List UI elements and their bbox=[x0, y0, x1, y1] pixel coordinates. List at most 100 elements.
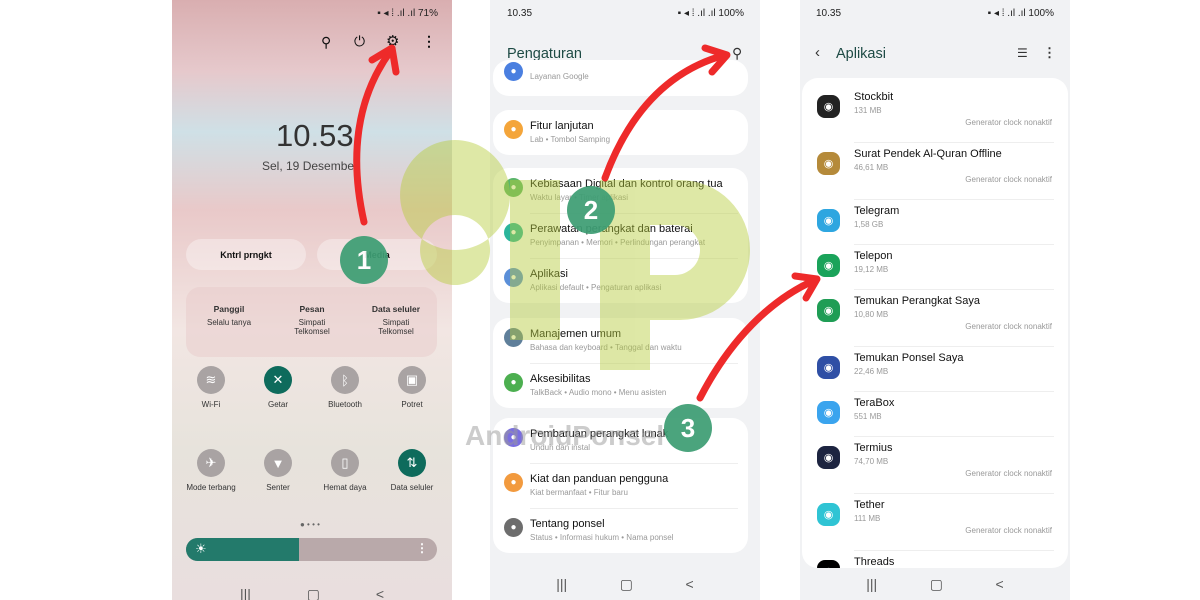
bluetooth-icon: ᛒ bbox=[331, 366, 359, 394]
home-button[interactable]: ▢ bbox=[307, 586, 320, 600]
tile-label: Data seluler bbox=[390, 483, 434, 492]
battery-level: 71% bbox=[417, 8, 438, 19]
item-title: Kiat dan panduan pengguna bbox=[530, 473, 669, 485]
app-item[interactable]: ◉ TeraBox 551 MB bbox=[802, 391, 1068, 436]
quick-tile-hemat-daya[interactable]: ▯ Hemat daya bbox=[315, 449, 375, 492]
app-name: Telegram bbox=[854, 205, 900, 217]
app-name: Temukan Ponsel Saya bbox=[854, 352, 964, 364]
step-badge-3: 3 bbox=[664, 404, 712, 452]
sim-data[interactable]: Data seluler Simpati Telkomsel bbox=[356, 304, 436, 336]
item-subtitle: Penyimpanan • Memori • Perlindungan pera… bbox=[530, 238, 706, 247]
settings-item[interactable]: ● Layanan Google bbox=[493, 60, 748, 96]
back-button[interactable]: < bbox=[996, 576, 1004, 593]
more-icon[interactable]: ⋮ bbox=[1043, 45, 1056, 61]
app-item[interactable]: ◉ Termius 74,70 MB Generator clock nonaktif bbox=[802, 436, 1068, 493]
recent-button[interactable]: ||| bbox=[240, 586, 251, 600]
more-icon[interactable]: ⋮ bbox=[422, 33, 436, 50]
nav-bar: ||| ▢ < bbox=[172, 586, 452, 600]
clock: 10.53 bbox=[276, 118, 354, 153]
settings-item-kiat[interactable]: ● Kiat dan panduan pengguna Kiat bermanfaa… bbox=[493, 463, 748, 508]
app-note: Generator clock nonaktif bbox=[965, 526, 1052, 535]
quick-tile-data-seluler[interactable]: ⇅ Data seluler bbox=[382, 449, 442, 492]
app-name: Telepon bbox=[854, 250, 893, 262]
quick-tile-senter[interactable]: ▼ Senter bbox=[248, 449, 308, 492]
app-size: 131 MB bbox=[854, 106, 882, 115]
app-item[interactable]: ◉ Stockbit 131 MB Generator clock nonaktif bbox=[802, 85, 1068, 142]
app-name: Threads bbox=[854, 556, 895, 568]
settings-group: ● Pembaruan perangkat lunak Unduh dan inst… bbox=[493, 418, 748, 553]
app-icon-temukan-ponsel-saya: ◉ bbox=[817, 356, 840, 379]
settings-item-aplikasi[interactable]: ● Aplikasi Aplikasi default • Pengaturan a… bbox=[493, 258, 748, 303]
nav-bar: ||| ▢ < bbox=[800, 576, 1070, 593]
settings-item-perawatan[interactable]: ● Perawatan perangkat dan baterai Penyimpa… bbox=[493, 213, 748, 258]
app-size: 74,70 MB bbox=[854, 457, 889, 466]
settings-icon: ● bbox=[504, 62, 523, 81]
app-icon-tether: ◉ bbox=[817, 503, 840, 526]
settings-group: ● Layanan Google bbox=[493, 60, 748, 96]
status-bar: ▪ ◂ ⁞ .ıl .ıl 100% bbox=[987, 8, 1054, 19]
apps-screen: 10.35 ▪ ◂ ⁞ .ıl .ıl 100% ‹ Aplikasi ☰ ⋮ … bbox=[800, 0, 1070, 600]
step-badge-2: 2 bbox=[567, 186, 615, 234]
back-button[interactable]: < bbox=[376, 586, 384, 600]
status-bar: ▪ ◂ ⁞ .ıl .ıl 100% bbox=[677, 8, 744, 19]
mobile-data-icon: ⇅ bbox=[398, 449, 426, 477]
app-icon-termius: ◉ bbox=[817, 446, 840, 469]
settings-group: ● Kebiasaan Digital dan kontrol orang tua… bbox=[493, 168, 748, 303]
quick-tile-mode-terbang[interactable]: ✈ Mode terbang bbox=[181, 449, 241, 492]
settings-icon: ● bbox=[504, 373, 523, 392]
search-icon[interactable]: ⚲ bbox=[321, 34, 331, 51]
item-subtitle: Lab • Tombol Samping bbox=[530, 135, 611, 144]
app-item[interactable]: ◉ Telepon 19,12 MB bbox=[802, 244, 1068, 289]
more-icon[interactable]: ⋮ bbox=[416, 541, 428, 555]
quick-tile-wi-fi[interactable]: ≋ Wi-Fi bbox=[181, 366, 241, 409]
settings-item-aksesibilitas[interactable]: ● Aksesibilitas TalkBack • Audio mono • Me… bbox=[493, 363, 748, 408]
quick-tile-potret[interactable]: ▣ Potret bbox=[382, 366, 442, 409]
app-note: Generator clock nonaktif bbox=[965, 175, 1052, 184]
gear-icon[interactable]: ⚙ bbox=[386, 32, 399, 50]
settings-group: ● Fitur lanjutan Lab • Tombol Samping bbox=[493, 110, 748, 155]
app-item[interactable]: ◉ Surat Pendek Al-Quran Offline 46,61 MB Ge… bbox=[802, 142, 1068, 199]
tile-label: Senter bbox=[266, 483, 290, 492]
sim-messages[interactable]: Pesan Simpati Telkomsel bbox=[272, 304, 352, 336]
brightness-slider[interactable]: ☀ ⋮ bbox=[186, 538, 437, 561]
settings-item-kebiasaan[interactable]: ● Kebiasaan Digital dan kontrol orang tua… bbox=[493, 168, 748, 213]
quick-tile-getar[interactable]: ✕ Getar bbox=[248, 366, 308, 409]
back-button[interactable]: < bbox=[686, 576, 694, 593]
tile-label: Bluetooth bbox=[328, 400, 362, 409]
app-item[interactable]: ◉ Threads bbox=[802, 550, 1068, 568]
app-size: 111 MB bbox=[854, 514, 881, 523]
sun-icon: ☀ bbox=[195, 541, 207, 556]
item-subtitle: Status • Informasi hukum • Nama ponsel bbox=[530, 533, 674, 542]
settings-item-manajemen[interactable]: ● Manajemen umum Bahasa dan keyboard • Tan… bbox=[493, 318, 748, 363]
settings-item-tentang[interactable]: ● Tentang ponsel Status • Informasi hukum … bbox=[493, 508, 748, 553]
page-indicator: ● • • • bbox=[300, 520, 320, 529]
settings-screen: 10.35 ▪ ◂ ⁞ .ıl .ıl 100% Pengaturan ⚲ ● L… bbox=[490, 0, 760, 600]
tile-label: Mode terbang bbox=[186, 483, 236, 492]
settings-item-fitur[interactable]: ● Fitur lanjutan Lab • Tombol Samping bbox=[493, 110, 748, 155]
app-list: ◉ Stockbit 131 MB Generator clock nonaktif ◉… bbox=[802, 78, 1068, 568]
app-size: 10,80 MB bbox=[854, 310, 889, 319]
app-item[interactable]: ◉ Temukan Ponsel Saya 22,46 MB bbox=[802, 346, 1068, 391]
item-title: Aplikasi bbox=[530, 268, 568, 280]
device-control-button[interactable]: Kntrl prngkt bbox=[186, 239, 306, 270]
settings-icon: ● bbox=[504, 428, 523, 447]
app-item[interactable]: ◉ Tether 111 MB Generator clock nonaktif bbox=[802, 493, 1068, 550]
item-title: Kebiasaan Digital dan kontrol orang tua bbox=[530, 178, 723, 190]
recent-button[interactable]: ||| bbox=[866, 576, 877, 593]
recent-button[interactable]: ||| bbox=[556, 576, 567, 593]
home-button[interactable]: ▢ bbox=[620, 576, 633, 593]
nav-bar: ||| ▢ < bbox=[490, 576, 760, 593]
sim-call[interactable]: Panggil Selalu tanya bbox=[189, 304, 269, 327]
item-subtitle: Aplikasi default • Pengaturan aplikasi bbox=[530, 283, 662, 292]
app-item[interactable]: ◉ Temukan Perangkat Saya 10,80 MB Generator… bbox=[802, 289, 1068, 346]
power-icon[interactable]: ⏻ bbox=[354, 33, 365, 50]
app-name: Surat Pendek Al-Quran Offline bbox=[854, 148, 1002, 160]
home-button[interactable]: ▢ bbox=[930, 576, 943, 593]
item-title: Tentang ponsel bbox=[530, 518, 605, 530]
quick-tile-bluetooth[interactable]: ᛒ Bluetooth bbox=[315, 366, 375, 409]
settings-icon: ● bbox=[504, 223, 523, 242]
filter-search-icon[interactable]: ☰ bbox=[1017, 46, 1028, 60]
back-icon[interactable]: ‹ bbox=[815, 44, 820, 61]
item-subtitle: Kiat bermanfaat • Fitur baru bbox=[530, 488, 628, 497]
app-item[interactable]: ◉ Telegram 1,58 GB bbox=[802, 199, 1068, 244]
